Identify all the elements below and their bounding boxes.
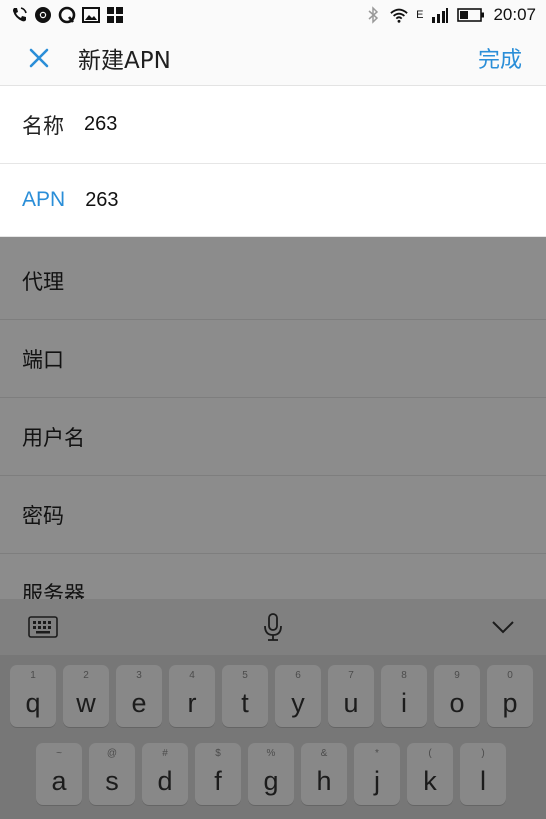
wifi-icon xyxy=(390,6,408,24)
apn-field-apn[interactable]: APN 263 xyxy=(0,164,546,237)
field-value: 263 xyxy=(85,188,119,211)
field-label: APN xyxy=(22,188,66,211)
field-label: 名称 xyxy=(22,113,64,138)
app-grid-icon xyxy=(106,6,124,24)
apn-field-password[interactable]: 密码 xyxy=(0,476,546,554)
close-button[interactable] xyxy=(22,41,56,75)
apn-field-port[interactable]: 端口 xyxy=(0,320,546,398)
signal-icon xyxy=(431,6,449,24)
apn-field-name[interactable]: 名称 263 xyxy=(0,86,546,164)
battery-icon xyxy=(457,6,485,24)
app-bar: 新建APN 完成 xyxy=(0,30,546,86)
phone-call-icon xyxy=(10,6,28,24)
done-button[interactable]: 完成 xyxy=(478,42,522,74)
status-bar-system: E 20:07 xyxy=(364,5,536,25)
field-label: 用户名 xyxy=(22,425,85,450)
chrome-icon xyxy=(34,6,52,24)
field-label: 代理 xyxy=(22,269,64,294)
image-icon xyxy=(82,6,100,24)
page-title: 新建APN xyxy=(78,47,171,74)
field-value: 263 xyxy=(84,113,118,135)
keyboard-dim-overlay xyxy=(0,599,546,819)
field-label: 端口 xyxy=(22,347,64,372)
apn-field-proxy[interactable]: 代理 xyxy=(0,242,546,320)
apn-field-username[interactable]: 用户名 xyxy=(0,398,546,476)
status-bar-notifications xyxy=(10,6,124,24)
close-icon xyxy=(29,48,49,67)
qq-icon xyxy=(58,6,76,24)
field-label: 密码 xyxy=(22,503,64,528)
network-type: E xyxy=(416,9,424,21)
status-bar: E 20:07 xyxy=(0,0,546,30)
clock: 20:07 xyxy=(493,5,536,24)
bluetooth-icon xyxy=(364,6,382,24)
